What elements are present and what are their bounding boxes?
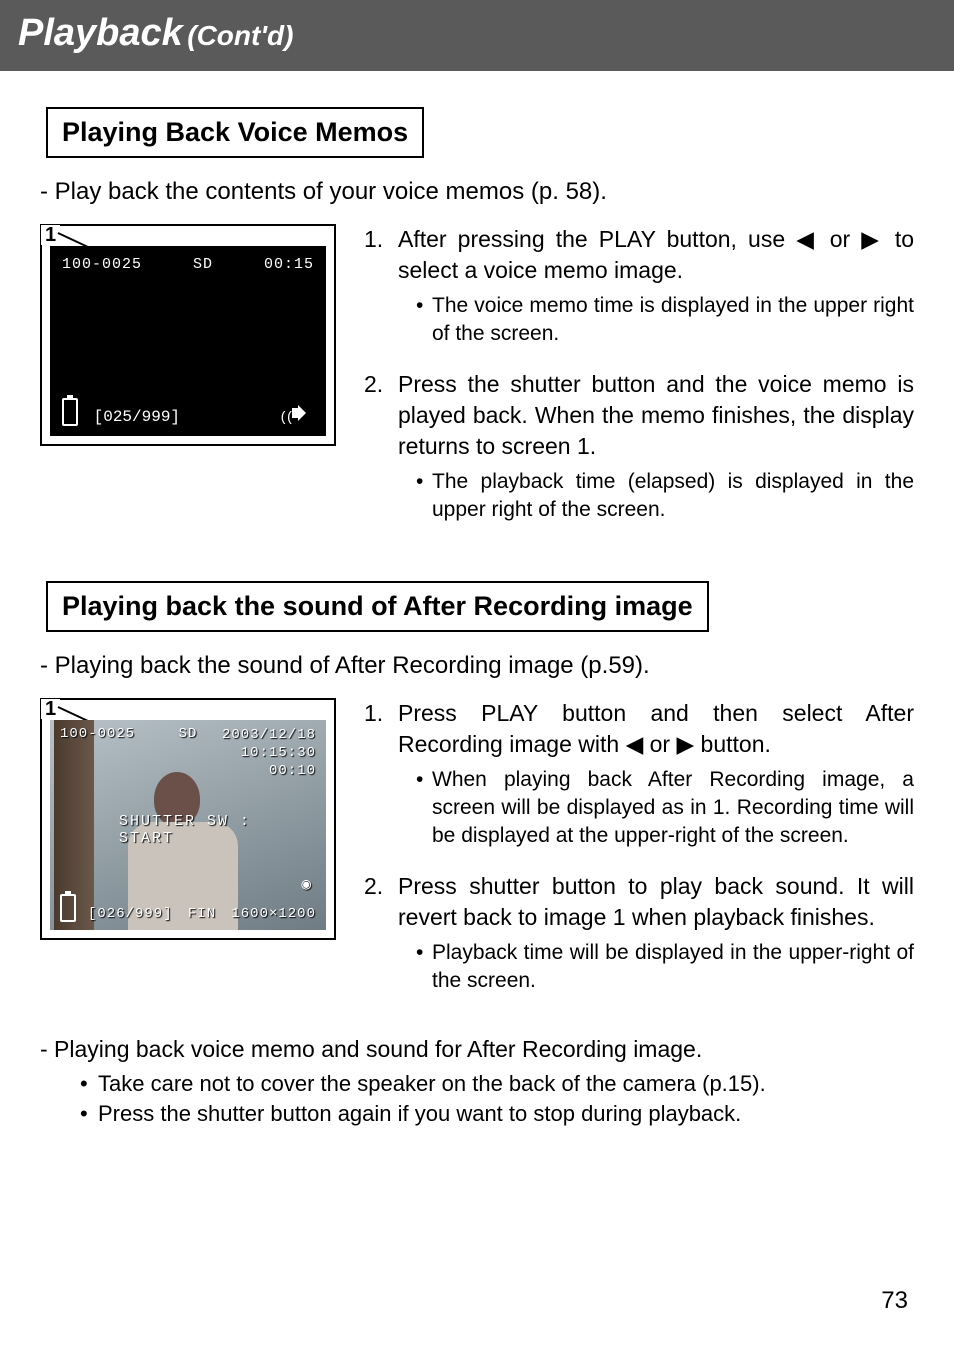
lcd-quality: FIN [188, 906, 216, 922]
step-bullet: The playback time (elapsed) is displayed… [416, 468, 914, 525]
lcd-media: SD [193, 256, 213, 273]
section1-screen-frame: 1 100-0025 SD 00:15 [025/999] (( [40, 224, 336, 446]
lcd-time: 00:15 [264, 256, 314, 273]
lcd-bottom-row: [026/999] FIN 1600×1200 [60, 894, 316, 922]
lcd-file-id: 100-0025 [60, 726, 135, 742]
step-text: Press the shutter button and the voice m… [398, 371, 914, 459]
page-content: Playing Back Voice Memos - Play back the… [0, 71, 954, 1127]
screen-number-badge: 1 [41, 699, 60, 719]
after-recording-icon: ◉ [301, 874, 312, 894]
lcd-media: SD [179, 726, 198, 742]
page-header: Playback (Cont'd) [0, 0, 954, 71]
section1-row: 1 100-0025 SD 00:15 [025/999] (( [40, 224, 914, 545]
section2-step-2: Press shutter button to play back sound.… [364, 871, 914, 996]
arrow-glyphs: ◀ or ▶ [626, 731, 695, 757]
lcd-screen-afterrecording: 100-0025 SD 2003/12/18 10:15:30 00:10 SH… [50, 720, 326, 930]
section2-steps: Press PLAY button and then select After … [364, 698, 914, 1016]
lcd-counter: [026/999] [88, 906, 173, 922]
lcd-shutter-prompt: SHUTTER SW : START [119, 813, 257, 847]
lcd-clock: 10:15:30 [241, 745, 316, 761]
lcd-rec-time: 00:10 [269, 763, 316, 779]
speaker-icon-group: (( [277, 405, 314, 426]
lcd-counter-group: [025/999] [62, 398, 180, 426]
step-text: After pressing the PLAY button, use [398, 226, 796, 252]
lcd-datetime-block: 2003/12/18 10:15:30 00:10 [222, 726, 316, 781]
speaker-icon [292, 405, 314, 421]
section2-step-1: Press PLAY button and then select After … [364, 698, 914, 851]
screen-number-badge: 1 [41, 225, 60, 245]
section1-steps: After pressing the PLAY button, use ◀ or… [364, 224, 914, 545]
step-text: button. [694, 731, 771, 757]
header-title: Playback [18, 12, 183, 54]
step-text: Press shutter button to play back sound.… [398, 873, 914, 930]
lcd-resolution: 1600×1200 [231, 906, 316, 922]
header-subtitle: (Cont'd) [187, 20, 293, 51]
section2-screen-frame: 1 100-0025 SD 2003/12/18 10:15:30 00:10 … [40, 698, 336, 940]
section1-step-1: After pressing the PLAY button, use ◀ or… [364, 224, 914, 349]
step-bullet: When playing back After Recording image,… [416, 766, 914, 851]
section2-row: 1 100-0025 SD 2003/12/18 10:15:30 00:10 … [40, 698, 914, 1016]
battery-icon [60, 894, 76, 922]
section2-title: Playing back the sound of After Recordin… [46, 581, 709, 632]
sound-waves-icon: (( [279, 410, 292, 426]
section1-step-2: Press the shutter button and the voice m… [364, 369, 914, 525]
footer-intro: - Playing back voice memo and sound for … [40, 1036, 914, 1063]
step-bullet: Playback time will be displayed in the u… [416, 939, 914, 996]
section1-intro: - Play back the contents of your voice m… [40, 178, 914, 206]
lcd-date: 2003/12/18 [222, 727, 316, 743]
arrow-glyphs: ◀ or ▶ [796, 226, 883, 252]
battery-icon [62, 398, 78, 426]
step-bullet: The voice memo time is displayed in the … [416, 292, 914, 349]
footer-bullet: Take care not to cover the speaker on th… [80, 1071, 914, 1097]
footer-notes: - Playing back voice memo and sound for … [40, 1036, 914, 1127]
section1-title: Playing Back Voice Memos [46, 107, 424, 158]
lcd-counter: [025/999] [94, 408, 180, 426]
page-number: 73 [881, 1287, 908, 1315]
lcd-screen-voicememo: 100-0025 SD 00:15 [025/999] (( [50, 246, 326, 436]
footer-bullet: Press the shutter button again if you wa… [80, 1101, 914, 1127]
section2-intro: - Playing back the sound of After Record… [40, 652, 914, 680]
lcd-file-id: 100-0025 [62, 256, 142, 273]
